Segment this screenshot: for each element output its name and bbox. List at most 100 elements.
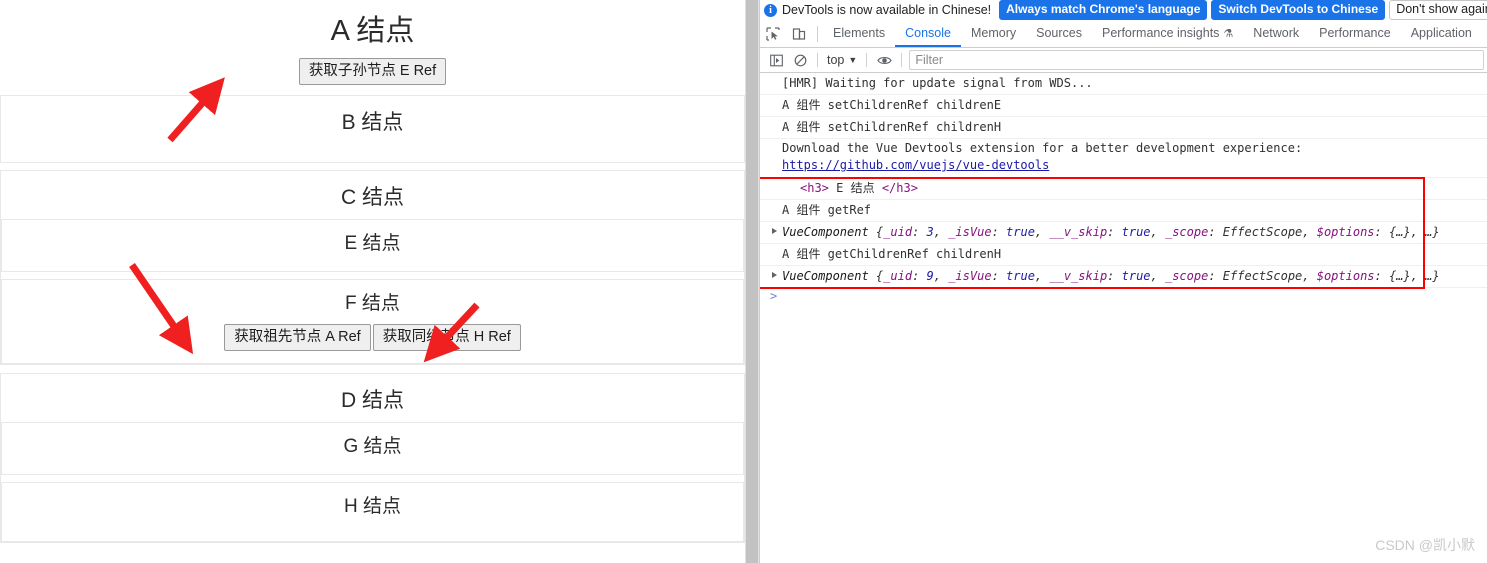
console-row-text: Download the Vue Devtools extension for … (782, 141, 1303, 155)
prop-key: $options (1316, 225, 1375, 239)
prop-value: true (1006, 269, 1035, 283)
tab-performance-insights-label: Performance insights (1102, 26, 1220, 40)
devtools-language-banner: i DevTools is now available in Chinese! … (760, 0, 1487, 21)
console-row-text: A 组件 getRef (782, 203, 872, 217)
tab-application[interactable]: Application (1401, 21, 1482, 47)
prop-key: _scope (1164, 269, 1209, 283)
device-toolbar-icon[interactable] (786, 21, 812, 47)
html-text: E 结点 (828, 181, 882, 195)
console-row-text: A 组件 getChildrenRef childrenH (782, 247, 1002, 261)
toolbar-divider-3 (901, 53, 903, 67)
prop-value: true (1121, 269, 1151, 283)
node-card-b: B 结点 (0, 95, 745, 163)
csdn-watermark: CSDN @凯小默 (1375, 537, 1475, 553)
html-close-tag: </h3> (881, 181, 918, 195)
console-row-setchildrenref-h[interactable]: A 组件 setChildrenRef childrenH (760, 117, 1487, 139)
tabbar-divider (817, 26, 818, 42)
console-row-getchildrenref-h[interactable]: A 组件 getChildrenRef childrenH (760, 244, 1487, 266)
prop-key: _scope (1164, 225, 1209, 239)
console-filter-input[interactable] (909, 50, 1484, 70)
toolbar-divider-2 (866, 53, 868, 67)
tab-elements[interactable]: Elements (823, 21, 895, 47)
get-descendant-e-ref-button[interactable]: 获取子孙节点 E Ref (298, 58, 447, 85)
node-card-f: F 结点 获取祖先节点 A Ref 获取同级节点 H Ref (1, 279, 744, 364)
node-title-h: H 结点 (343, 496, 401, 517)
devtools-panel: i DevTools is now available in Chinese! … (759, 0, 1487, 563)
node-title-a: A 结点 (330, 15, 415, 47)
expand-triangle-icon[interactable] (772, 228, 777, 234)
node-a-button-row: 获取子孙节点 E Ref (0, 48, 745, 95)
console-row-vue-devtools-hint[interactable]: Download the Vue Devtools extension for … (760, 139, 1487, 178)
dont-show-again-button[interactable]: Don't show again (1389, 0, 1487, 20)
prop-key: _isVue (948, 269, 992, 283)
always-match-language-button[interactable]: Always match Chrome's language (999, 0, 1208, 20)
get-sibling-h-ref-button[interactable]: 获取同级节点 H Ref (372, 324, 521, 351)
node-title-f: F 结点 (345, 293, 400, 314)
console-row-setchildrenref-e[interactable]: A 组件 setChildrenRef childrenE (760, 95, 1487, 117)
node-card-g: G 结点 (1, 422, 744, 475)
object-name: VueComponent (782, 269, 869, 283)
console-row-h3-markup[interactable]: <h3> E 结点 </h3> (760, 178, 1487, 200)
prop-value: true (1121, 225, 1151, 239)
node-title-d: D 结点 (341, 389, 404, 412)
console-input-prompt[interactable]: > (760, 288, 1487, 304)
tab-sources[interactable]: Sources (1026, 21, 1092, 47)
tab-console[interactable]: Console (895, 21, 961, 47)
tab-performance-insights[interactable]: Performance insights ⚗ (1092, 21, 1243, 47)
console-toolbar: top ▼ (760, 48, 1487, 73)
prop-value: EffectScope (1222, 269, 1303, 283)
prop-key: __v_skip (1049, 225, 1108, 239)
prop-value: {…} (1388, 269, 1411, 283)
console-row-getref[interactable]: A 组件 getRef (760, 200, 1487, 222)
execution-context-dropdown[interactable]: top ▼ (823, 53, 861, 67)
vue-devtools-link[interactable]: https://github.com/vuejs/vue-devtools (782, 158, 1049, 172)
tab-memory[interactable]: Memory (961, 21, 1026, 47)
console-sidebar-toggle-icon[interactable] (764, 48, 788, 72)
node-title-g: G 结点 (343, 436, 402, 457)
tab-network[interactable]: Network (1243, 21, 1309, 47)
node-card-d: D 结点 G 结点 H 结点 (0, 373, 745, 543)
node-card-e: E 结点 (1, 219, 744, 272)
console-row-hmr[interactable]: [HMR] Waiting for update signal from WDS… (760, 73, 1487, 95)
console-row-vuecomponent-3[interactable]: VueComponent {_uid: 3, _isVue: true, __v… (760, 222, 1487, 244)
prop-key: _uid (883, 225, 913, 239)
node-title-c: C 结点 (341, 186, 404, 209)
node-title-b: B 结点 (341, 111, 404, 134)
node-card-a: A 结点 获取子孙节点 E Ref B 结点 C 结点 E 结点 F 结点 获取… (0, 0, 745, 543)
banner-message: DevTools is now available in Chinese! (782, 3, 992, 17)
console-row-text: [HMR] Waiting for update signal from WDS… (782, 76, 1093, 90)
console-message-list: [HMR] Waiting for update signal from WDS… (760, 73, 1487, 563)
node-f-button-row: 获取祖先节点 A Ref 获取同级节点 H Ref (2, 316, 743, 363)
get-ancestor-a-ref-button[interactable]: 获取祖先节点 A Ref (224, 324, 371, 351)
object-name: VueComponent (782, 225, 869, 239)
prop-value: EffectScope (1222, 225, 1303, 239)
toolbar-divider-1 (817, 53, 818, 67)
prop-key: _isVue (948, 225, 992, 239)
prop-key: __v_skip (1049, 269, 1108, 283)
flask-icon: ⚗ (1223, 27, 1234, 40)
prop-key: _uid (883, 269, 913, 283)
prop-value: 9 (926, 269, 934, 283)
info-icon: i (764, 3, 777, 17)
execution-context-label: top (827, 53, 845, 67)
node-title-e: E 结点 (344, 233, 401, 254)
node-card-h: H 结点 (1, 482, 744, 542)
console-row-vuecomponent-9[interactable]: VueComponent {_uid: 9, _isVue: true, __v… (760, 266, 1487, 288)
clear-console-icon[interactable] (788, 48, 812, 72)
inspect-element-icon[interactable] (760, 21, 786, 47)
html-open-tag: <h3> (800, 181, 829, 195)
prop-value: {…} (1388, 225, 1411, 239)
expand-triangle-icon[interactable] (772, 272, 777, 278)
tab-performance[interactable]: Performance (1309, 21, 1401, 47)
prop-key: $options (1316, 269, 1375, 283)
prop-value: true (1006, 225, 1035, 239)
switch-to-chinese-button[interactable]: Switch DevTools to Chinese (1211, 0, 1386, 20)
browser-page-pane: A 结点 获取子孙节点 E Ref B 结点 C 结点 E 结点 F 结点 获取… (0, 0, 745, 563)
console-row-text: A 组件 setChildrenRef childrenE (782, 98, 1002, 112)
chevron-down-icon: ▼ (848, 55, 858, 65)
page-vertical-scrollbar[interactable] (745, 0, 759, 563)
prop-value: 3 (926, 225, 934, 239)
console-row-text: A 组件 setChildrenRef childrenH (782, 120, 1002, 134)
prompt-chevron-icon: > (770, 289, 778, 303)
live-expression-eye-icon[interactable] (872, 48, 896, 72)
